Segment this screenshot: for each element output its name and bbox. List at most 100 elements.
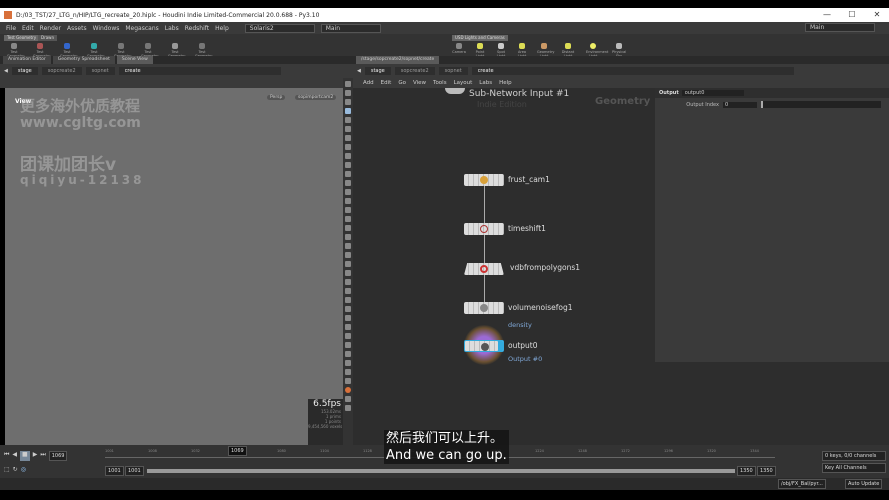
tool-icon[interactable] (345, 297, 351, 303)
tool-icon[interactable] (345, 405, 351, 411)
update-object-field[interactable]: /obj/FX_Bal/pyr... (778, 479, 826, 489)
net-menu-edit[interactable]: Edit (381, 80, 392, 86)
stop-icon[interactable]: ■ (20, 451, 30, 461)
tool-icon[interactable] (345, 171, 351, 177)
breadcrumb-stage[interactable]: stage (364, 67, 391, 75)
shelf-tab-test-geometry[interactable]: Test Geometry (4, 35, 40, 41)
breadcrumb-sopnet[interactable]: sopnet (85, 67, 115, 75)
tool-icon[interactable] (345, 153, 351, 159)
tool-icon[interactable] (345, 351, 351, 357)
minimize-button[interactable]: — (815, 8, 839, 22)
menu-redshift[interactable]: Redshift (185, 25, 209, 32)
tab-geometry-spreadsheet[interactable]: Geometry Spreadsheet (52, 56, 115, 64)
jump-start-icon[interactable]: ⏮ (4, 451, 9, 461)
tool-icon[interactable] (345, 189, 351, 195)
tool-icon[interactable] (345, 252, 351, 258)
node-output0[interactable] (464, 340, 504, 352)
loop-icon[interactable]: ↻ (13, 466, 18, 473)
realtime-icon[interactable]: ◎ (21, 466, 26, 473)
net-menu-help[interactable]: Help (499, 80, 512, 86)
tool-icon[interactable] (345, 108, 351, 114)
menu-edit[interactable]: Edit (22, 25, 34, 32)
key-icon[interactable]: ⬚ (4, 466, 10, 473)
node-volumenoisefog1[interactable] (464, 302, 504, 314)
tool-icon[interactable] (345, 180, 351, 186)
tool-icon[interactable] (345, 333, 351, 339)
tool-icon[interactable] (345, 279, 351, 285)
tool-icon[interactable] (345, 144, 351, 150)
tool-icon[interactable] (345, 288, 351, 294)
menu-assets[interactable]: Assets (67, 25, 87, 32)
current-frame-field[interactable]: 1069 (48, 451, 68, 461)
tool-icon[interactable] (345, 378, 351, 384)
tool-icon[interactable] (345, 387, 351, 393)
tool-icon[interactable] (345, 216, 351, 222)
camera-menu[interactable]: sopimportcam2 (295, 95, 337, 100)
key-all-channels-button[interactable]: Key All Channels (822, 463, 886, 473)
menu-labs[interactable]: Labs (165, 25, 179, 32)
persp-menu[interactable]: Persp (267, 95, 286, 100)
frame-marker[interactable]: 1069 (228, 446, 247, 456)
subnet-input-node[interactable] (445, 88, 465, 94)
tab-animation-editor[interactable]: Animation Editor (3, 56, 51, 64)
step-back-icon[interactable]: ◀ (12, 451, 17, 461)
tool-icon[interactable] (345, 261, 351, 267)
net-menu-layout[interactable]: Layout (454, 80, 473, 86)
output-index-field[interactable]: 0 (723, 101, 757, 108)
maximize-button[interactable]: ☐ (840, 8, 864, 22)
tool-icon[interactable] (345, 270, 351, 276)
start-frame-field[interactable]: 1001 (105, 466, 124, 476)
tool-icon[interactable] (345, 243, 351, 249)
end-frame-field[interactable]: 1350 (737, 466, 756, 476)
tool-icon[interactable] (345, 117, 351, 123)
tool-icon[interactable] (345, 99, 351, 105)
net-menu-go[interactable]: Go (398, 80, 406, 86)
back-icon[interactable]: ◀ (357, 68, 361, 74)
tool-icon[interactable] (345, 342, 351, 348)
tool-icon[interactable] (345, 396, 351, 402)
menu-windows[interactable]: Windows (93, 25, 120, 32)
menu-file[interactable]: File (6, 25, 16, 32)
close-button[interactable]: ✕ (865, 8, 889, 22)
net-menu-view[interactable]: View (413, 80, 426, 86)
node-vdbfrompolygons1[interactable] (464, 263, 504, 275)
net-menu-tools[interactable]: Tools (433, 80, 447, 86)
shelf-tab-drawn[interactable]: Drawn (38, 35, 57, 41)
jump-end-icon[interactable]: ⏭ (40, 451, 45, 461)
tool-icon[interactable] (345, 225, 351, 231)
shelf-tab-usd-lights[interactable]: USD Lights and Cameras (452, 35, 508, 41)
tool-icon[interactable] (345, 207, 351, 213)
tool-icon[interactable] (345, 324, 351, 330)
main-select[interactable]: Main (320, 23, 382, 33)
back-icon[interactable]: ◀ (4, 68, 8, 74)
shelf-tool-camera[interactable]: Camera (452, 43, 466, 54)
tool-icon[interactable] (345, 126, 351, 132)
breadcrumb-sopcreate2[interactable]: sopcreate2 (41, 67, 82, 75)
tool-icon[interactable] (345, 360, 351, 366)
tab-scene-view[interactable]: Scene View (116, 56, 153, 64)
tool-icon[interactable] (345, 90, 351, 96)
breadcrumb-stage[interactable]: stage (11, 67, 38, 75)
breadcrumb-create[interactable]: create (471, 67, 794, 75)
tool-icon[interactable] (345, 81, 351, 87)
play-icon[interactable]: ▶ (33, 451, 38, 461)
desktop-select[interactable]: Solaris2 (244, 23, 315, 33)
tool-icon[interactable] (345, 234, 351, 240)
scene-viewport[interactable]: View Persp sopimportcam2 更多海外优质教程 www.cg… (5, 88, 343, 445)
tool-icon[interactable] (345, 315, 351, 321)
net-menu-labs[interactable]: Labs (479, 80, 492, 86)
breadcrumb-sopcreate2[interactable]: sopcreate2 (394, 67, 435, 75)
tool-icon[interactable] (345, 306, 351, 312)
breadcrumb-create[interactable]: create (118, 67, 281, 75)
menu-help[interactable]: Help (215, 25, 229, 32)
main-select-right[interactable]: Main (805, 23, 876, 32)
end-frame-field-2[interactable]: 1350 (757, 466, 776, 476)
net-menu-add[interactable]: Add (363, 80, 374, 86)
tool-icon[interactable] (345, 198, 351, 204)
tool-icon[interactable] (345, 162, 351, 168)
output-index-slider[interactable] (761, 101, 881, 108)
node-timeshift1[interactable] (464, 223, 504, 235)
menu-megascans[interactable]: Megascans (125, 25, 158, 32)
breadcrumb-sopnet[interactable]: sopnet (438, 67, 468, 75)
node-frust-cam1[interactable] (464, 174, 504, 186)
